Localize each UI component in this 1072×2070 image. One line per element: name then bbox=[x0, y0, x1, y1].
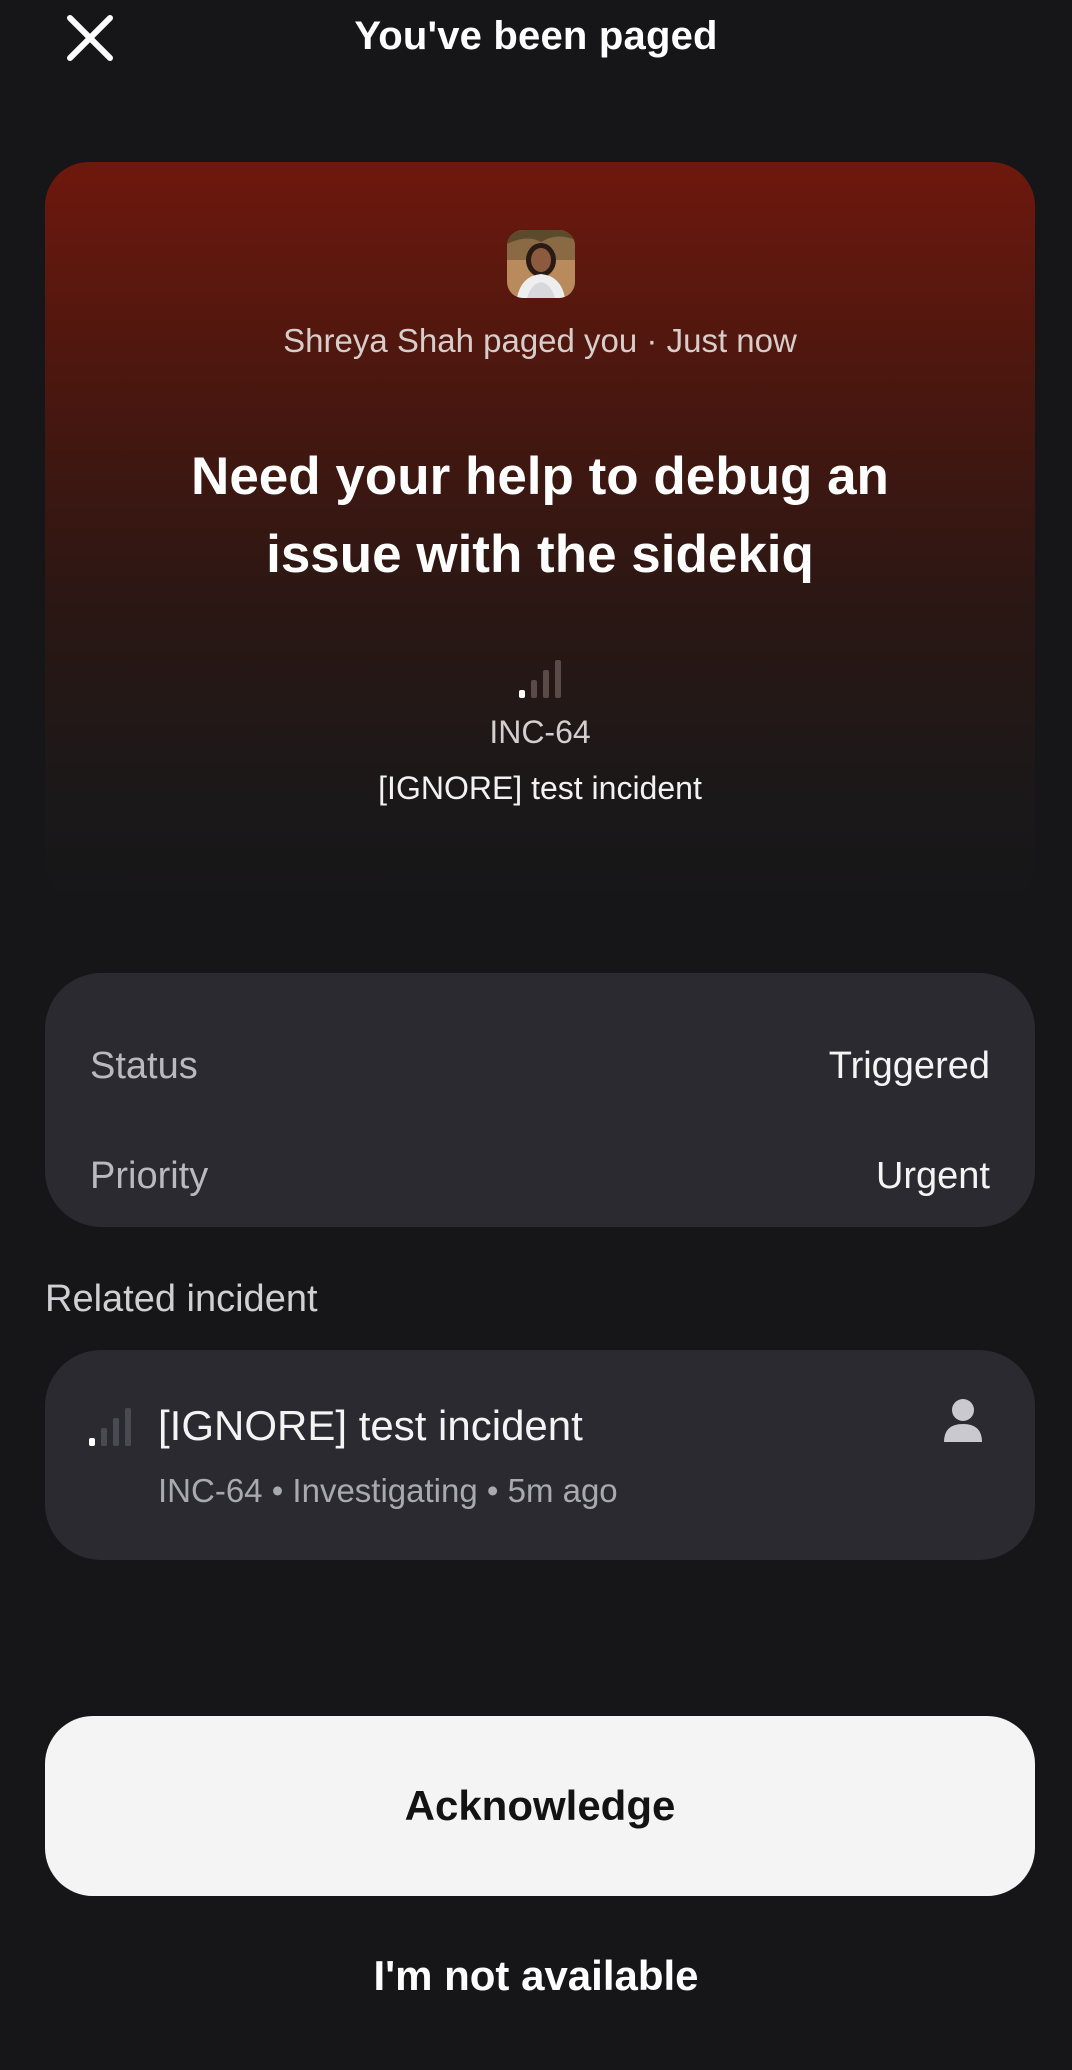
status-value: Triggered bbox=[828, 1045, 990, 1087]
not-available-button[interactable]: I'm not available bbox=[0, 1952, 1072, 2000]
header: You've been paged bbox=[0, 0, 1072, 80]
incident-id: INC-64 bbox=[489, 714, 591, 750]
related-incident-title: [IGNORE] test incident bbox=[158, 1402, 583, 1449]
priority-value: Urgent bbox=[875, 1155, 990, 1197]
incident-name: [IGNORE] test incident bbox=[378, 770, 702, 806]
person-icon bbox=[944, 1399, 982, 1442]
status-label: Status bbox=[90, 1045, 198, 1087]
signal-bars-icon bbox=[89, 1408, 131, 1446]
status-row: Status Triggered bbox=[90, 1045, 990, 1105]
priority-row: Priority Urgent bbox=[90, 1155, 990, 1215]
signal-bars-icon bbox=[519, 660, 561, 698]
details-card: Status Triggered Priority Urgent bbox=[45, 973, 1035, 1227]
related-incident-meta: INC-64 • Investigating • 5m ago bbox=[158, 1472, 618, 1509]
page-title: You've been paged bbox=[354, 14, 718, 58]
page-message: Need your help to debug an issue with th… bbox=[191, 447, 889, 584]
pager-info: Shreya Shah paged you · Just now bbox=[283, 322, 797, 359]
priority-label: Priority bbox=[90, 1155, 209, 1197]
acknowledge-button[interactable]: Acknowledge bbox=[45, 1716, 1035, 1896]
page-card: Shreya Shah paged you · Just now Need yo… bbox=[45, 162, 1035, 907]
avatar bbox=[507, 230, 575, 298]
paged-screen: You've been paged Shreya Shah paged you … bbox=[0, 0, 1072, 2070]
related-incident-heading: Related incident bbox=[45, 1278, 318, 1320]
related-incident-card[interactable]: [IGNORE] test incident INC-64 • Investig… bbox=[45, 1350, 1035, 1560]
